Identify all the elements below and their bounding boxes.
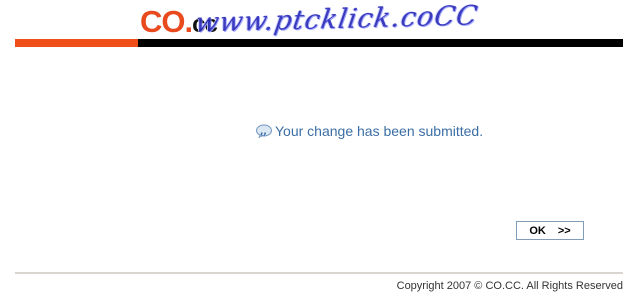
site-header: CO.cc www.ptcklick.coCC — [0, 0, 640, 48]
speech-bubble-icon: ,, — [255, 124, 273, 139]
copyright-text: Copyright 2007 © CO.CC. All Rights Reser… — [396, 280, 623, 292]
ok-button-arrow: >> — [557, 224, 571, 237]
logo-dot: . — [184, 4, 194, 39]
header-bar-black — [138, 39, 623, 47]
svg-text:,,: ,, — [260, 127, 267, 137]
status-message-text: Your change has been submitted. — [275, 123, 484, 139]
url-watermark: www.ptcklick.coCC — [193, 0, 481, 39]
ok-button[interactable]: OK >> — [516, 221, 584, 240]
status-message: ,, Your change has been submitted. — [255, 123, 483, 139]
header-bar-orange — [15, 39, 138, 47]
logo-co: CO — [140, 4, 185, 39]
footer-divider — [15, 272, 623, 274]
ok-button-label: OK — [529, 224, 546, 237]
